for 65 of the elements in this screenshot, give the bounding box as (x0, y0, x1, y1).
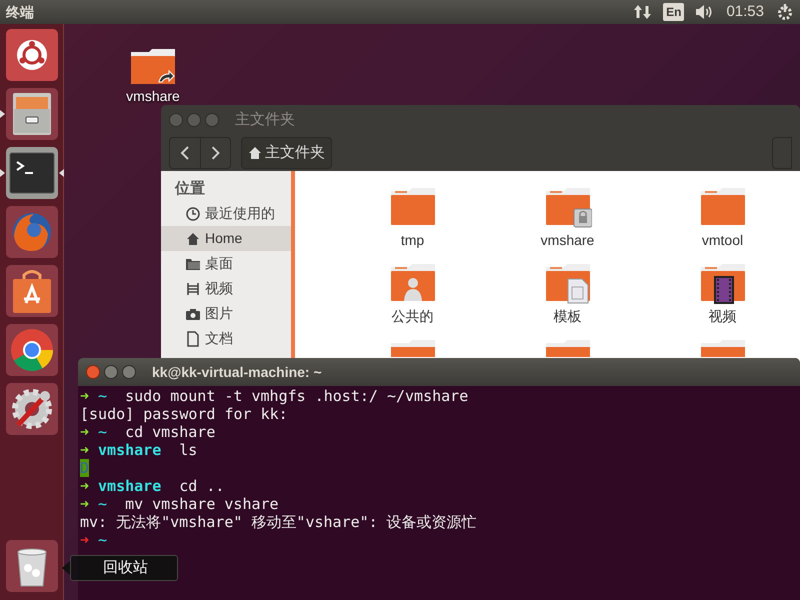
output-text: mv: 无法将"vmshare" 移动至"vshare": 设备或资源忙 (80, 513, 477, 531)
path-button[interactable]: 主文件夹 (241, 137, 332, 169)
prompt-directory: ~ (98, 531, 108, 549)
gear-wrench-icon[interactable] (6, 383, 58, 435)
window-title: 主文件夹 (235, 110, 295, 130)
sidebar-item[interactable]: 桌面 (161, 251, 291, 276)
maximize-button[interactable] (122, 365, 136, 379)
listing-entry: D (80, 459, 90, 477)
prompt-directory: vmshare (98, 441, 162, 459)
document-icon (185, 330, 201, 346)
keyboard-layout-indicator[interactable]: En (663, 3, 684, 21)
sidebar-item[interactable]: 视频 (161, 276, 291, 301)
prompt-arrow: ➜ (80, 495, 90, 513)
prompt-arrow: ➜ (80, 441, 90, 459)
file-label[interactable]: vmtool (702, 230, 744, 251)
clock-icon (185, 206, 201, 222)
prompt-arrow: ➜ (80, 387, 90, 405)
prompt-arrow: ➜ (80, 531, 90, 549)
sidebar-item[interactable]: 图片 (161, 301, 291, 326)
command-text: cd .. (179, 477, 224, 495)
app-title: 终端 (6, 2, 35, 22)
folder-link-icon[interactable] (129, 46, 177, 86)
sidebar-item[interactable]: 最近使用的 (161, 201, 291, 226)
firefox-icon[interactable] (6, 206, 58, 258)
prompt-directory: ~ (98, 495, 108, 513)
shopping-bag-icon[interactable] (6, 265, 58, 317)
tooltip-pointer-icon (62, 561, 70, 575)
file-label[interactable]: vmshare (540, 230, 594, 251)
ubuntu-logo-icon[interactable] (6, 29, 58, 81)
prompt-directory: vmshare (98, 477, 162, 495)
file-label[interactable]: tmp (400, 230, 424, 251)
chrome-icon[interactable] (6, 324, 58, 376)
film-icon (185, 280, 201, 296)
home-icon (185, 230, 201, 246)
minimize-button[interactable] (187, 113, 201, 127)
command-text: cd vmshare (125, 423, 216, 441)
power-gear-icon[interactable] (776, 3, 794, 21)
prompt-arrow: ➜ (80, 423, 90, 441)
folder-icon[interactable] (698, 261, 746, 305)
volume-icon[interactable] (694, 4, 714, 20)
clock[interactable]: 01:53 (726, 0, 764, 24)
prompt-directory: ~ (98, 387, 108, 405)
prompt-arrow: ➜ (80, 477, 90, 495)
file-label[interactable]: 模板 (554, 306, 582, 327)
file-label[interactable]: 视频 (708, 306, 736, 327)
file-label[interactable]: 公共的 (392, 306, 434, 327)
trash-icon[interactable] (6, 540, 58, 592)
close-button[interactable] (86, 365, 100, 379)
network-icon[interactable] (633, 3, 654, 21)
close-button[interactable] (169, 113, 183, 127)
prompt-directory: ~ (98, 423, 108, 441)
sidebar-item[interactable]: 文档 (161, 326, 291, 351)
home-icon (248, 146, 262, 160)
terminal-icon[interactable] (6, 147, 58, 199)
icon-label[interactable]: vmshare (126, 86, 180, 107)
file-cabinet-icon[interactable] (6, 88, 58, 140)
sidebar-heading: 位置 (174, 179, 206, 199)
minimize-button[interactable] (104, 365, 118, 379)
command-text: sudo mount -t vmhgfs .host:/ ~/vmshare (125, 387, 468, 405)
maximize-button[interactable] (205, 113, 219, 127)
command-text: mv vmshare vshare (125, 495, 279, 513)
sidebar-item[interactable]: Home (161, 226, 291, 251)
output-text: [sudo] password for kk: (80, 405, 288, 423)
command-text: ls (179, 441, 198, 459)
window-title: kk@kk-virtual-machine: ~ (152, 362, 322, 382)
